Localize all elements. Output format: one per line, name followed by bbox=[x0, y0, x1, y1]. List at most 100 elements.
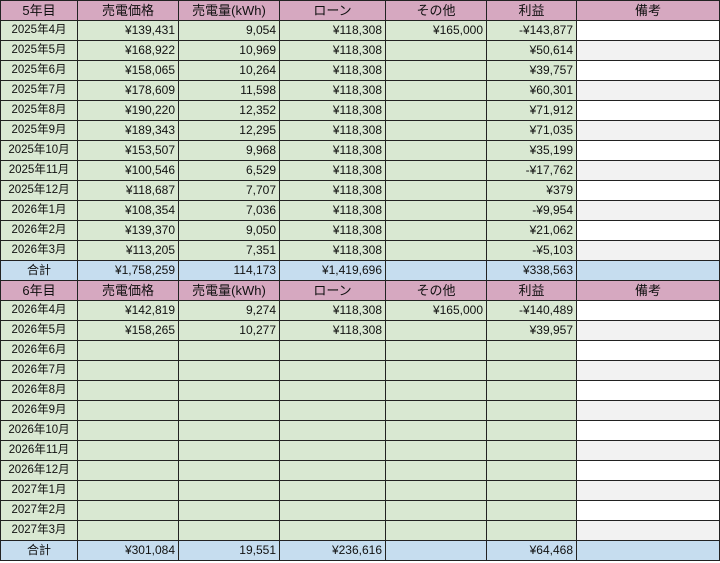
month-cell[interactable]: 2025年7月 bbox=[0, 80, 78, 101]
other-cell[interactable] bbox=[385, 100, 487, 121]
total-note-cell[interactable] bbox=[576, 260, 720, 281]
month-cell[interactable]: 2026年8月 bbox=[0, 380, 78, 401]
kwh-cell[interactable] bbox=[178, 400, 280, 421]
month-cell[interactable]: 2026年4月 bbox=[0, 300, 78, 321]
kwh-cell[interactable] bbox=[178, 360, 280, 381]
other-cell[interactable] bbox=[385, 60, 487, 81]
loan-cell[interactable]: ¥118,308 bbox=[279, 40, 386, 61]
price-cell[interactable]: ¥190,220 bbox=[77, 100, 179, 121]
total-kwh-cell[interactable]: 114,173 bbox=[178, 260, 280, 281]
month-cell[interactable]: 2026年9月 bbox=[0, 400, 78, 421]
total-loan-cell[interactable]: ¥236,616 bbox=[279, 540, 386, 561]
loan-cell[interactable]: ¥118,308 bbox=[279, 20, 386, 41]
price-cell[interactable]: ¥168,922 bbox=[77, 40, 179, 61]
price-cell[interactable] bbox=[77, 420, 179, 441]
month-cell[interactable]: 2027年1月 bbox=[0, 480, 78, 501]
month-cell[interactable]: 2027年3月 bbox=[0, 520, 78, 541]
kwh-cell[interactable] bbox=[178, 500, 280, 521]
profit-cell[interactable]: -¥17,762 bbox=[486, 160, 577, 181]
other-cell[interactable]: ¥165,000 bbox=[385, 20, 487, 41]
price-cell[interactable]: ¥142,819 bbox=[77, 300, 179, 321]
other-cell[interactable] bbox=[385, 380, 487, 401]
other-cell[interactable] bbox=[385, 400, 487, 421]
kwh-cell[interactable]: 7,036 bbox=[178, 200, 280, 221]
month-cell[interactable]: 2026年7月 bbox=[0, 360, 78, 381]
other-cell[interactable] bbox=[385, 460, 487, 481]
note-cell[interactable] bbox=[576, 80, 720, 101]
price-cell[interactable]: ¥113,205 bbox=[77, 240, 179, 261]
note-cell[interactable] bbox=[576, 200, 720, 221]
price-cell[interactable]: ¥153,507 bbox=[77, 140, 179, 161]
note-cell[interactable] bbox=[576, 220, 720, 241]
total-profit-cell[interactable]: ¥338,563 bbox=[486, 260, 577, 281]
price-cell[interactable] bbox=[77, 520, 179, 541]
other-cell[interactable] bbox=[385, 40, 487, 61]
month-cell[interactable]: 2026年2月 bbox=[0, 220, 78, 241]
month-cell[interactable]: 2025年8月 bbox=[0, 100, 78, 121]
note-cell[interactable] bbox=[576, 300, 720, 321]
kwh-cell[interactable]: 6,529 bbox=[178, 160, 280, 181]
loan-cell[interactable]: ¥118,308 bbox=[279, 100, 386, 121]
month-cell[interactable]: 2025年11月 bbox=[0, 160, 78, 181]
price-cell[interactable]: ¥118,687 bbox=[77, 180, 179, 201]
profit-cell[interactable]: -¥143,877 bbox=[486, 20, 577, 41]
profit-cell[interactable] bbox=[486, 520, 577, 541]
month-cell[interactable]: 2025年12月 bbox=[0, 180, 78, 201]
profit-cell[interactable] bbox=[486, 500, 577, 521]
note-cell[interactable] bbox=[576, 160, 720, 181]
profit-cell[interactable] bbox=[486, 420, 577, 441]
other-cell[interactable] bbox=[385, 220, 487, 241]
month-cell[interactable]: 2026年11月 bbox=[0, 440, 78, 461]
month-cell[interactable]: 2025年5月 bbox=[0, 40, 78, 61]
note-cell[interactable] bbox=[576, 360, 720, 381]
kwh-cell[interactable]: 12,295 bbox=[178, 120, 280, 141]
profit-cell[interactable]: ¥379 bbox=[486, 180, 577, 201]
note-cell[interactable] bbox=[576, 500, 720, 521]
other-cell[interactable] bbox=[385, 440, 487, 461]
kwh-cell[interactable]: 10,277 bbox=[178, 320, 280, 341]
note-cell[interactable] bbox=[576, 100, 720, 121]
other-cell[interactable] bbox=[385, 120, 487, 141]
price-cell[interactable]: ¥100,546 bbox=[77, 160, 179, 181]
loan-cell[interactable] bbox=[279, 460, 386, 481]
loan-cell[interactable] bbox=[279, 340, 386, 361]
profit-cell[interactable] bbox=[486, 460, 577, 481]
kwh-cell[interactable]: 7,351 bbox=[178, 240, 280, 261]
price-cell[interactable] bbox=[77, 480, 179, 501]
month-cell[interactable]: 2025年6月 bbox=[0, 60, 78, 81]
loan-cell[interactable]: ¥118,308 bbox=[279, 300, 386, 321]
kwh-cell[interactable] bbox=[178, 520, 280, 541]
month-cell[interactable]: 2026年5月 bbox=[0, 320, 78, 341]
price-cell[interactable] bbox=[77, 500, 179, 521]
loan-cell[interactable] bbox=[279, 440, 386, 461]
profit-cell[interactable]: ¥71,035 bbox=[486, 120, 577, 141]
profit-cell[interactable]: ¥71,912 bbox=[486, 100, 577, 121]
price-cell[interactable] bbox=[77, 340, 179, 361]
loan-cell[interactable] bbox=[279, 500, 386, 521]
profit-cell[interactable]: ¥39,757 bbox=[486, 60, 577, 81]
kwh-cell[interactable]: 9,968 bbox=[178, 140, 280, 161]
note-cell[interactable] bbox=[576, 520, 720, 541]
note-cell[interactable] bbox=[576, 40, 720, 61]
kwh-cell[interactable]: 9,050 bbox=[178, 220, 280, 241]
month-cell[interactable]: 2025年4月 bbox=[0, 20, 78, 41]
profit-cell[interactable] bbox=[486, 340, 577, 361]
note-cell[interactable] bbox=[576, 340, 720, 361]
total-profit-cell[interactable]: ¥64,468 bbox=[486, 540, 577, 561]
price-cell[interactable]: ¥139,431 bbox=[77, 20, 179, 41]
profit-cell[interactable] bbox=[486, 480, 577, 501]
month-cell[interactable]: 2026年6月 bbox=[0, 340, 78, 361]
price-cell[interactable]: ¥158,065 bbox=[77, 60, 179, 81]
profit-cell[interactable] bbox=[486, 360, 577, 381]
other-cell[interactable] bbox=[385, 520, 487, 541]
profit-cell[interactable]: ¥21,062 bbox=[486, 220, 577, 241]
note-cell[interactable] bbox=[576, 120, 720, 141]
note-cell[interactable] bbox=[576, 240, 720, 261]
price-cell[interactable] bbox=[77, 360, 179, 381]
loan-cell[interactable]: ¥118,308 bbox=[279, 240, 386, 261]
loan-cell[interactable] bbox=[279, 480, 386, 501]
month-cell[interactable]: 2027年2月 bbox=[0, 500, 78, 521]
kwh-cell[interactable] bbox=[178, 380, 280, 401]
kwh-cell[interactable]: 10,264 bbox=[178, 60, 280, 81]
total-price-cell[interactable]: ¥301,084 bbox=[77, 540, 179, 561]
